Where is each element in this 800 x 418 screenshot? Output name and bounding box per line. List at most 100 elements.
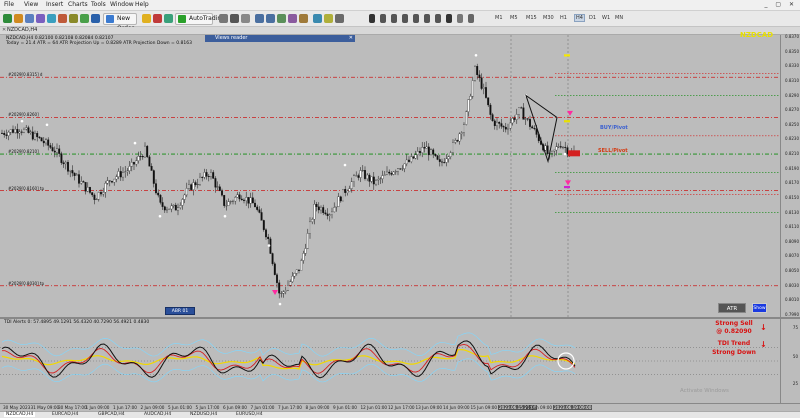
timeframe-h4[interactable]: H4 [574,14,585,22]
horizontal-line-icon[interactable] [402,14,408,23]
cursor-icon[interactable] [369,14,375,23]
autoscroll-icon[interactable] [299,14,308,23]
chart-tab[interactable]: EURCAD,H4 [50,412,80,417]
trendline-icon[interactable] [413,14,419,23]
candle-body [348,188,351,192]
candle-body [42,140,45,144]
candle-body [106,180,109,184]
market-icon[interactable] [142,14,151,23]
menu-insert[interactable]: Insert [46,1,63,8]
candle-body [210,172,212,177]
show-button[interactable]: Show [752,303,767,313]
candle-body [293,273,296,277]
candle-body [553,149,556,152]
line-chart-icon[interactable] [241,14,250,23]
chart-shift-icon[interactable] [288,14,297,23]
metaeditor-icon[interactable] [164,14,173,23]
candle-body [364,170,366,179]
candle-body [403,163,406,169]
menu-file[interactable]: File [4,1,14,8]
dates-button[interactable]: ABR 01 [165,307,195,315]
crosshair-icon[interactable] [380,14,386,23]
candle-body [144,145,146,158]
menu-tools[interactable]: Tools [91,1,106,8]
timeframe-m5[interactable]: M5 [510,15,518,21]
fractal-marker [267,244,271,247]
timeframe-w1[interactable]: W1 [602,15,610,21]
candle-body [172,204,175,207]
bar-chart-icon[interactable] [219,14,228,23]
fibonacci-icon[interactable] [435,14,441,23]
candle-body [333,207,336,213]
text-icon[interactable] [446,14,452,23]
price-tick: 0.8110 [785,224,799,230]
arrows-icon[interactable] [468,14,474,23]
tdi-indicator-panel[interactable]: TDI Alerts 0: 57.4895 49.1291 56.4320 40… [0,319,780,403]
signals-icon[interactable] [153,14,162,23]
data-window-icon[interactable] [36,14,45,23]
candle-body [7,131,10,136]
new-chart-icon[interactable] [3,14,12,23]
price-tick: 0.8350 [785,48,799,54]
menu-help[interactable]: Help [135,1,149,8]
menu-charts[interactable]: Charts [68,1,88,8]
autotrading-button[interactable]: AutoTrading [175,13,225,25]
time-tick: 8 Jun 09:00 [305,405,330,410]
profiles-icon[interactable] [14,14,23,23]
zoom-in-icon[interactable] [255,14,264,23]
history-icon[interactable] [80,14,89,23]
price-tick: 0.8010 [785,297,799,303]
level-label: #2029[0.8260] [8,112,39,118]
indicators-icon[interactable] [313,14,322,23]
candle-body [291,275,294,282]
candle-body [111,180,113,183]
timeframe-h1[interactable]: H1 [560,15,567,21]
chart-tab[interactable]: GBPCAD,H4 [96,412,127,417]
timeframe-mn[interactable]: MN [615,15,623,21]
menu-bar: File View Insert Charts Tools Window Hel… [0,0,800,11]
candle-body [328,214,331,216]
new-order-button[interactable]: New Order [103,13,137,32]
timeframe-d1[interactable]: D1 [589,15,596,21]
strategy-tester-icon[interactable] [69,14,78,23]
periods-icon[interactable] [324,14,333,23]
close-icon[interactable]: ✕ [349,35,353,42]
time-axis[interactable]: 30 May 2023 31 May 09:00 30 May 17:00 1 Jun… [0,403,800,411]
editor-icon[interactable] [91,14,100,23]
templates-icon[interactable] [335,14,344,23]
window-controls[interactable]: _ ▢ ✕ [764,1,797,8]
candle-body [245,197,248,201]
chart-tab[interactable]: AUDCAD,H4 [142,412,173,417]
close-icon[interactable]: ✕ [2,27,6,33]
candle-body [289,281,292,286]
chart-tab[interactable]: NZDUSD,H4 [188,412,219,417]
channel-icon[interactable] [424,14,430,23]
menu-window[interactable]: Window [110,1,134,8]
timeframe-m15[interactable]: M15 [526,15,537,21]
candle-body [73,172,76,176]
terminal-icon[interactable] [58,14,67,23]
atr-button[interactable]: ATR [718,303,746,313]
chart-tab[interactable]: EURUSD,H4 [234,412,265,417]
tile-windows-icon[interactable] [277,14,286,23]
tdi-plot[interactable] [0,319,780,403]
chart-tab[interactable]: NZDCAD,H4 [4,412,36,417]
timeframe-m30[interactable]: M30 [543,15,554,21]
label-icon[interactable] [457,14,463,23]
zoom-out-icon[interactable] [266,14,275,23]
news-reader-bar[interactable]: Views reader ✕ [205,35,355,42]
candle-body [315,204,318,207]
candle-body [302,253,305,261]
timeframe-m1[interactable]: M1 [495,15,503,21]
vertical-line-icon[interactable] [391,14,397,23]
candlestick-icon[interactable] [230,14,239,23]
candle-body [205,172,208,177]
price-chart[interactable]: NZDCAD,H4 0.82100 0.82108 0.82084 0.8210… [0,35,780,317]
price-axis[interactable]: 0.8370 0.8350 0.8330 0.8310 0.8290 0.8270 0.82… [780,34,800,317]
navigator-icon[interactable] [47,14,56,23]
market-watch-icon[interactable] [25,14,34,23]
menu-view[interactable]: View [24,1,38,8]
candlestick-plot[interactable] [0,35,780,317]
candle-body [383,174,386,176]
candle-body [36,133,39,138]
